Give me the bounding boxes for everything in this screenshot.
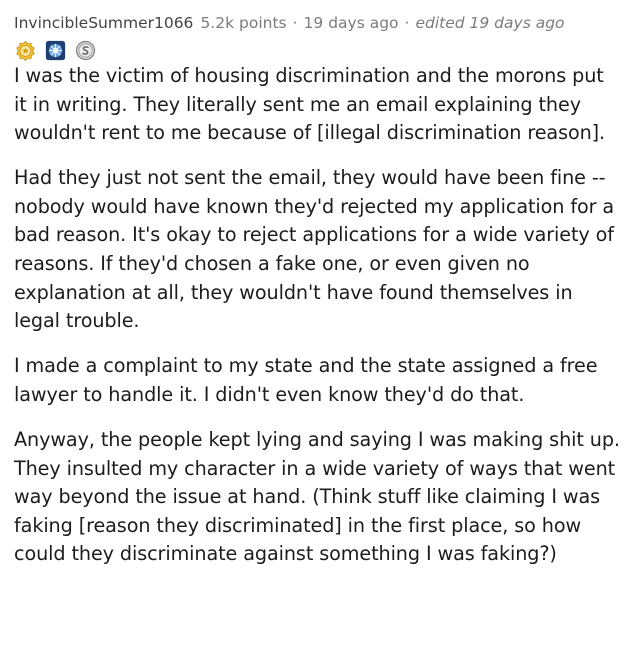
- gold-award-icon[interactable]: [15, 40, 36, 61]
- comment-meta: InvincibleSummer1066 5.2k points · 19 da…: [14, 12, 622, 34]
- silver-coin-award-icon[interactable]: [75, 40, 96, 61]
- timestamp-link[interactable]: 19 days ago: [304, 12, 399, 34]
- comment-paragraph: Anyway, the people kept lying and saying…: [14, 428, 620, 566]
- comment-paragraph: I made a complaint to my state and the s…: [14, 354, 598, 406]
- comment-body: I was the victim of housing discriminati…: [14, 62, 622, 569]
- awards-row: [15, 38, 622, 62]
- username-link[interactable]: InvincibleSummer1066: [14, 12, 193, 34]
- points-count: 5.2k points: [200, 14, 287, 32]
- comment-paragraph: I was the victim of housing discriminati…: [14, 64, 606, 145]
- meta-separator: ·: [292, 14, 298, 32]
- silver-medal-award-icon[interactable]: [45, 40, 66, 61]
- comment-paragraph: Had they just not sent the email, they w…: [14, 166, 615, 333]
- meta-separator: ·: [404, 14, 410, 32]
- comment: InvincibleSummer1066 5.2k points · 19 da…: [14, 12, 622, 586]
- edited-timestamp: edited 19 days ago: [415, 14, 565, 32]
